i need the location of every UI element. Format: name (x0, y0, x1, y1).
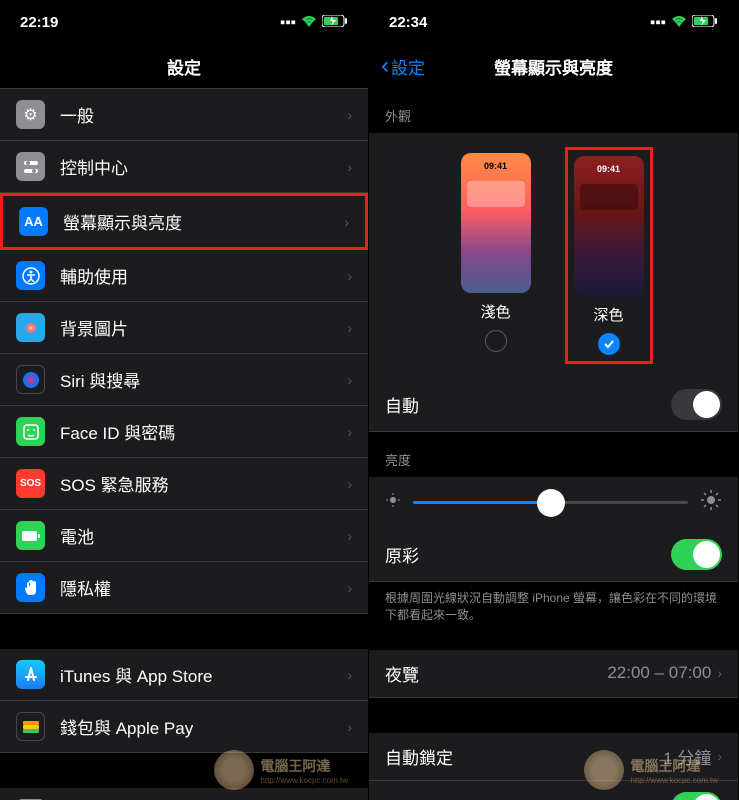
cell-privacy[interactable]: 隱私權 › (0, 562, 368, 614)
appearance-header: 外觀 (369, 88, 738, 133)
cell-general[interactable]: ⚙ 一般 › (0, 88, 368, 141)
light-preview: 09:41 (461, 153, 531, 293)
cell-accessibility[interactable]: 輔助使用 › (0, 250, 368, 302)
radio-unchecked-icon (485, 330, 507, 352)
chevron-right-icon: › (347, 107, 352, 123)
chevron-right-icon: › (347, 424, 352, 440)
page-title: 螢幕顯示與亮度 (494, 54, 613, 79)
chevron-right-icon: › (717, 748, 722, 764)
accessibility-icon (16, 261, 45, 290)
back-button[interactable]: ‹ 設定 (381, 52, 425, 80)
text-size-icon: AA (19, 207, 48, 236)
chevron-right-icon: › (347, 719, 352, 735)
watermark-avatar-icon (584, 750, 624, 790)
nav-header: ‹ 設定 螢幕顯示與亮度 (369, 44, 738, 88)
status-icons: ▪▪▪ (280, 14, 348, 31)
chevron-right-icon: › (347, 159, 352, 175)
chevron-right-icon: › (347, 580, 352, 596)
cell-siri[interactable]: Siri 與搜尋 › (0, 354, 368, 406)
cell-auto: 自動 (369, 378, 738, 432)
page-title: 設定 (167, 54, 201, 79)
chevron-right-icon: › (347, 320, 352, 336)
sos-icon: SOS (16, 469, 45, 498)
chevron-right-icon: › (717, 665, 722, 681)
watermark: 電腦王阿達 http://www.kocpc.com.tw (584, 750, 718, 790)
light-mode-option[interactable]: 09:41 淺色 (461, 153, 531, 358)
chevron-right-icon: › (347, 528, 352, 544)
battery-icon (322, 14, 348, 31)
cell-faceid[interactable]: Face ID 與密碼 › (0, 406, 368, 458)
true-tone-footer: 根據周圍光線狀況自動調整 iPhone 螢幕，讓色彩在不同的環境下都看起來一致。 (369, 582, 738, 632)
hand-icon (16, 573, 45, 602)
cell-true-tone: 原彩 (369, 528, 738, 582)
chevron-right-icon: › (347, 476, 352, 492)
true-tone-toggle[interactable] (671, 539, 722, 570)
appearance-section: 09:41 淺色 09:41 深色 (369, 133, 738, 378)
status-time: 22:34 (389, 14, 427, 31)
status-time: 22:19 (20, 14, 58, 31)
display-brightness-screen: 22:34 ▪▪▪ ‹ 設定 螢幕顯示與亮度 外觀 09:41 淺色 (369, 0, 738, 800)
wifi-icon (671, 14, 687, 31)
cell-appstore[interactable]: iTunes 與 App Store › (0, 649, 368, 701)
battery-icon (692, 14, 718, 31)
sun-small-icon (385, 492, 401, 513)
status-bar: 22:19 ▪▪▪ (0, 0, 368, 44)
cell-wallpaper[interactable]: 背景圖片 › (0, 302, 368, 354)
sun-large-icon (700, 489, 722, 516)
dark-preview: 09:41 (574, 156, 644, 296)
brightness-slider-row (369, 477, 738, 528)
cell-battery[interactable]: 電池 › (0, 510, 368, 562)
status-icons: ▪▪▪ (650, 14, 718, 31)
watermark: 電腦王阿達 http://www.kocpc.com.tw (214, 750, 348, 790)
nav-header: 設定 (0, 44, 368, 88)
status-bar: 22:34 ▪▪▪ (369, 0, 738, 44)
raise-wake-toggle[interactable] (671, 792, 722, 800)
cell-wallet[interactable]: 錢包與 Apple Pay › (0, 701, 368, 753)
chevron-left-icon: ‹ (381, 52, 389, 80)
battery-icon (16, 521, 45, 550)
wallpaper-icon (16, 313, 45, 342)
cell-sos[interactable]: SOS SOS 緊急服務 › (0, 458, 368, 510)
chevron-right-icon: › (344, 214, 349, 230)
brightness-header: 亮度 (369, 432, 738, 477)
watermark-avatar-icon (214, 750, 254, 790)
faceid-icon (16, 417, 45, 446)
settings-list: ⚙ 一般 › 控制中心 › AA 螢幕顯示與亮度 › 輔助使用 › (0, 88, 368, 800)
signal-icon: ▪▪▪ (650, 14, 666, 31)
chevron-right-icon: › (347, 667, 352, 683)
wifi-icon (301, 14, 317, 31)
auto-toggle[interactable] (671, 389, 722, 420)
signal-icon: ▪▪▪ (280, 14, 296, 31)
chevron-right-icon: › (347, 372, 352, 388)
gear-icon: ⚙ (16, 100, 45, 129)
dark-mode-option[interactable]: 09:41 深色 (565, 147, 653, 364)
cell-night-shift[interactable]: 夜覽 22:00 – 07:00 › (369, 650, 738, 698)
settings-screen: 22:19 ▪▪▪ 設定 ⚙ 一般 › 控制中心 › AA 螢 (0, 0, 369, 800)
switches-icon (16, 152, 45, 181)
wallet-icon (16, 712, 45, 741)
siri-icon (16, 365, 45, 394)
cell-control-center[interactable]: 控制中心 › (0, 141, 368, 193)
cell-display-brightness[interactable]: AA 螢幕顯示與亮度 › (0, 193, 368, 250)
appstore-icon (16, 660, 45, 689)
radio-checked-icon (598, 333, 620, 355)
brightness-slider[interactable] (413, 501, 688, 504)
chevron-right-icon: › (347, 268, 352, 284)
